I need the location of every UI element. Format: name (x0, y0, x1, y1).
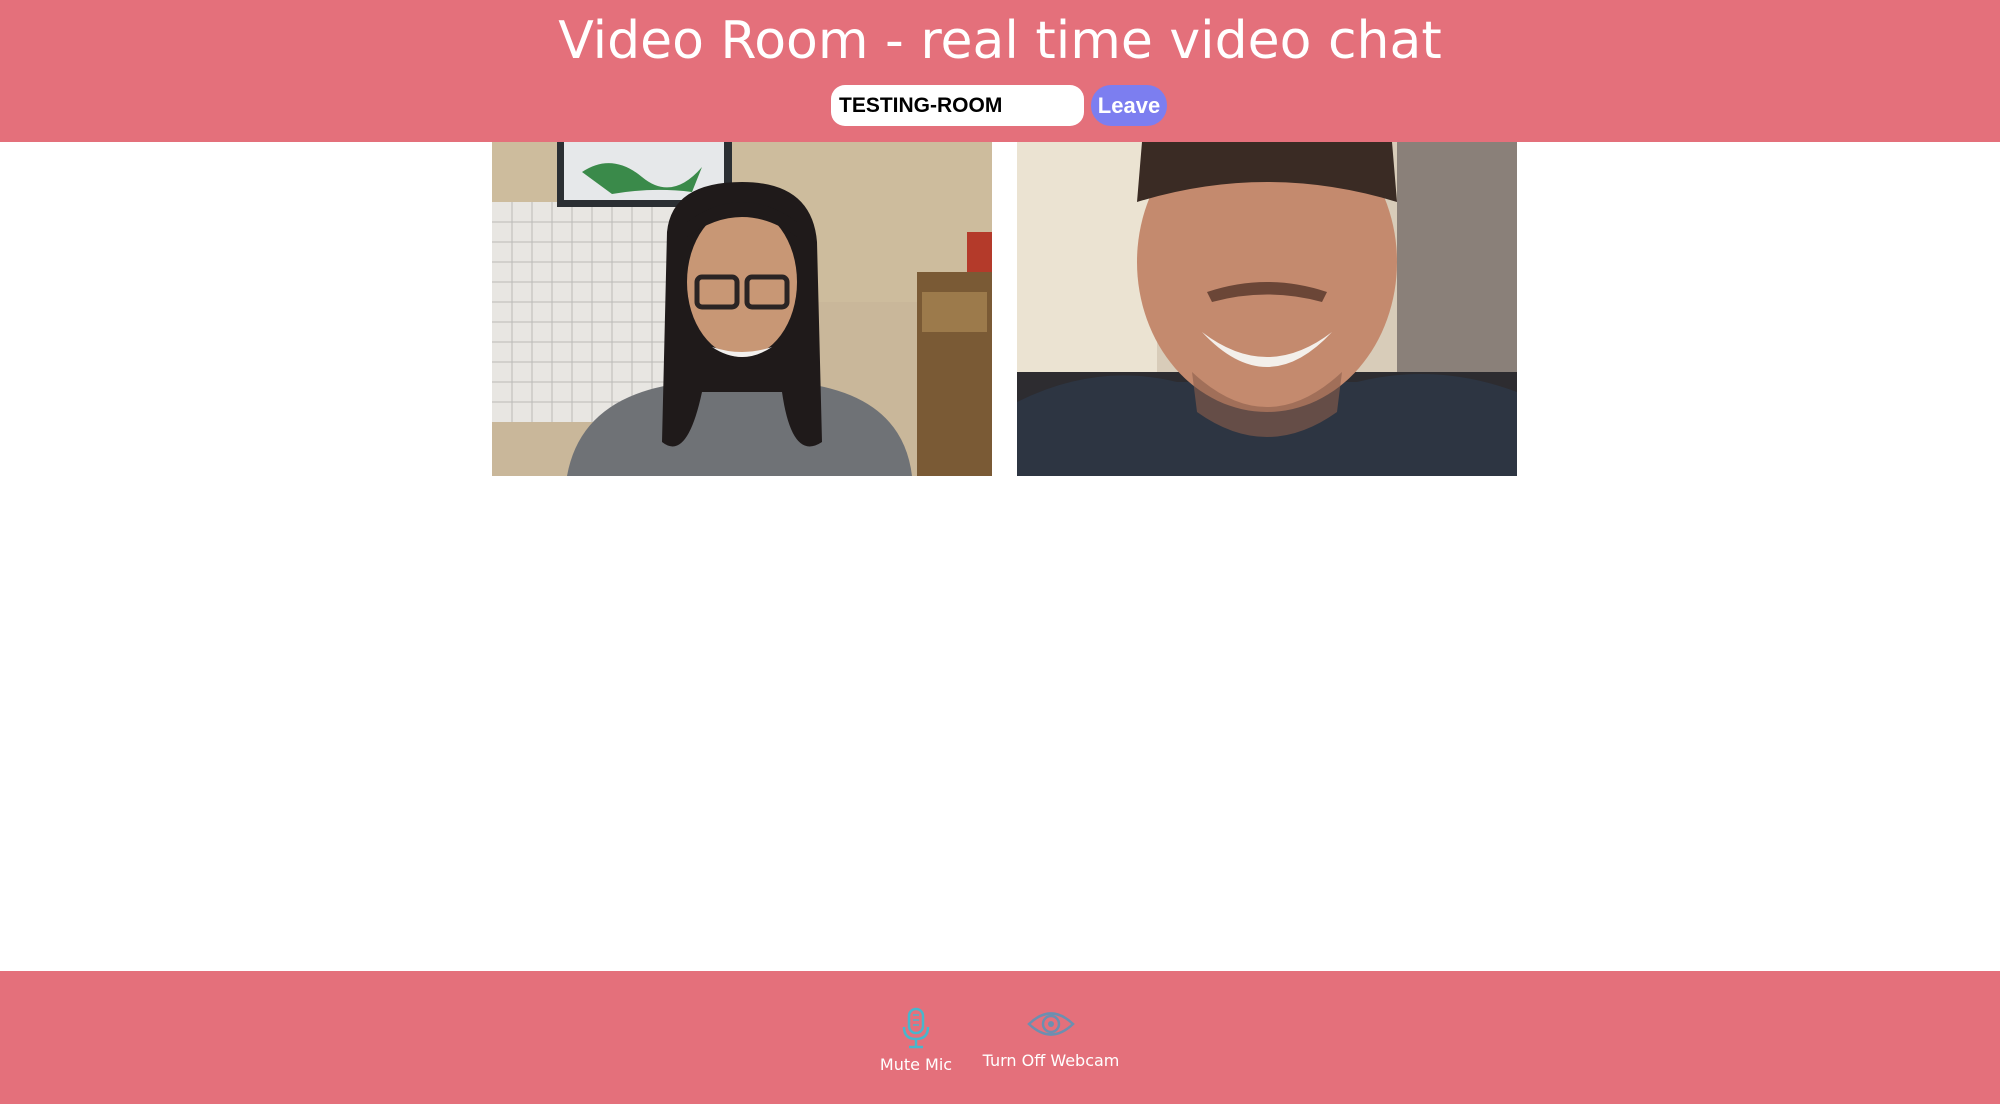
room-name-input[interactable] (831, 85, 1084, 126)
video-tile-1 (492, 142, 992, 476)
leave-button[interactable]: Leave (1091, 85, 1167, 126)
mute-mic-label: Mute Mic (879, 1055, 953, 1074)
top-bar: Video Room - real time video chat Leave (0, 0, 2000, 142)
video-tile-2 (1017, 142, 1517, 476)
video-feed-2 (1017, 142, 1517, 476)
video-feed-1 (492, 142, 992, 476)
mute-mic-button[interactable]: Mute Mic (876, 1007, 956, 1074)
microphone-icon (902, 1007, 930, 1049)
eye-icon (1027, 1012, 1075, 1036)
page-title: Video Room - real time video chat (558, 11, 1442, 71)
turn-off-webcam-label: Turn Off Webcam (982, 1051, 1120, 1070)
turn-off-webcam-button[interactable]: Turn Off Webcam (980, 1007, 1122, 1070)
